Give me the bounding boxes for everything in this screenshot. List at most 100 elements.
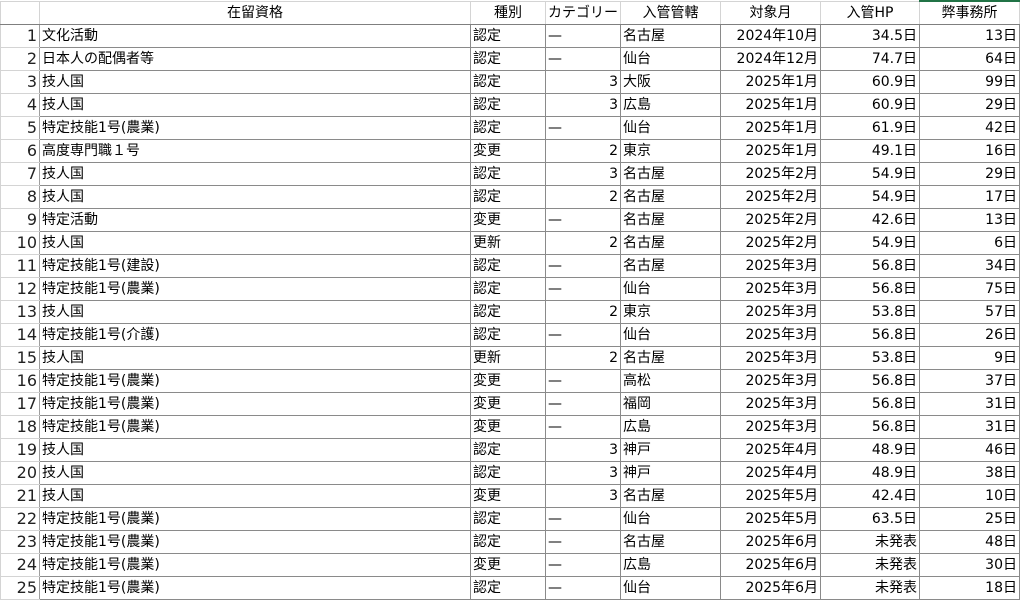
- cell-category[interactable]: —: [545, 208, 621, 232]
- cell-kind[interactable]: 認定: [470, 576, 546, 600]
- cell-kind[interactable]: 変更: [470, 415, 546, 439]
- cell-month[interactable]: 2025年3月: [720, 300, 821, 324]
- row-number[interactable]: 10: [0, 231, 40, 255]
- cell-category[interactable]: —: [545, 415, 621, 439]
- cell-status[interactable]: 技人国: [39, 461, 471, 485]
- cell-kind[interactable]: 認定: [470, 461, 546, 485]
- cell-office[interactable]: 広島: [620, 415, 721, 439]
- cell-office[interactable]: 名古屋: [620, 162, 721, 186]
- cell-status[interactable]: 特定技能1号(農業): [39, 415, 471, 439]
- cell-category[interactable]: —: [545, 47, 621, 71]
- cell-hp[interactable]: 74.7日: [820, 47, 920, 71]
- cell-office[interactable]: 大阪: [620, 70, 721, 94]
- row-number[interactable]: 13: [0, 300, 40, 324]
- cell-hp[interactable]: 60.9日: [820, 93, 920, 117]
- cell-office[interactable]: 広島: [620, 93, 721, 117]
- cell-office[interactable]: 神戸: [620, 461, 721, 485]
- cell-status[interactable]: 高度専門職１号: [39, 139, 471, 163]
- cell-month[interactable]: 2025年6月: [720, 553, 821, 577]
- header-firm[interactable]: 弊事務所: [919, 0, 1020, 25]
- cell-hp[interactable]: 54.9日: [820, 162, 920, 186]
- row-number[interactable]: 5: [0, 116, 40, 140]
- cell-month[interactable]: 2024年10月: [720, 24, 821, 48]
- row-number[interactable]: 16: [0, 369, 40, 393]
- cell-category[interactable]: —: [545, 553, 621, 577]
- cell-kind[interactable]: 認定: [470, 116, 546, 140]
- cell-office[interactable]: 福岡: [620, 392, 721, 416]
- cell-status[interactable]: 特定技能1号(農業): [39, 116, 471, 140]
- cell-hp[interactable]: 未発表: [820, 530, 920, 554]
- row-number[interactable]: 24: [0, 553, 40, 577]
- cell-month[interactable]: 2025年2月: [720, 162, 821, 186]
- cell-month[interactable]: 2025年3月: [720, 323, 821, 347]
- cell-firm[interactable]: 6日: [919, 231, 1020, 255]
- cell-firm[interactable]: 42日: [919, 116, 1020, 140]
- row-number[interactable]: 6: [0, 139, 40, 163]
- header-status[interactable]: 在留資格: [39, 0, 471, 25]
- row-number[interactable]: 21: [0, 484, 40, 508]
- cell-office[interactable]: 神戸: [620, 438, 721, 462]
- row-number[interactable]: 25: [0, 576, 40, 600]
- cell-status[interactable]: 技人国: [39, 300, 471, 324]
- cell-kind[interactable]: 認定: [470, 277, 546, 301]
- cell-firm[interactable]: 16日: [919, 139, 1020, 163]
- cell-month[interactable]: 2025年3月: [720, 254, 821, 278]
- cell-month[interactable]: 2025年2月: [720, 208, 821, 232]
- cell-hp[interactable]: 56.8日: [820, 392, 920, 416]
- cell-firm[interactable]: 34日: [919, 254, 1020, 278]
- cell-hp[interactable]: 53.8日: [820, 300, 920, 324]
- cell-status[interactable]: 技人国: [39, 162, 471, 186]
- cell-hp[interactable]: 48.9日: [820, 438, 920, 462]
- cell-firm[interactable]: 31日: [919, 392, 1020, 416]
- cell-kind[interactable]: 更新: [470, 231, 546, 255]
- row-number[interactable]: 15: [0, 346, 40, 370]
- cell-category[interactable]: —: [545, 576, 621, 600]
- cell-status[interactable]: 特定活動: [39, 208, 471, 232]
- cell-firm[interactable]: 29日: [919, 93, 1020, 117]
- cell-kind[interactable]: 更新: [470, 346, 546, 370]
- row-number[interactable]: 17: [0, 392, 40, 416]
- row-number[interactable]: 2: [0, 47, 40, 71]
- cell-kind[interactable]: 認定: [470, 507, 546, 531]
- cell-office[interactable]: 名古屋: [620, 24, 721, 48]
- cell-firm[interactable]: 10日: [919, 484, 1020, 508]
- cell-firm[interactable]: 26日: [919, 323, 1020, 347]
- cell-kind[interactable]: 認定: [470, 70, 546, 94]
- cell-kind[interactable]: 認定: [470, 162, 546, 186]
- cell-hp[interactable]: 42.6日: [820, 208, 920, 232]
- cell-month[interactable]: 2025年6月: [720, 530, 821, 554]
- cell-month[interactable]: 2025年2月: [720, 231, 821, 255]
- cell-category[interactable]: —: [545, 116, 621, 140]
- cell-month[interactable]: 2025年3月: [720, 277, 821, 301]
- cell-firm[interactable]: 57日: [919, 300, 1020, 324]
- cell-hp[interactable]: 未発表: [820, 553, 920, 577]
- row-number[interactable]: 11: [0, 254, 40, 278]
- cell-firm[interactable]: 13日: [919, 208, 1020, 232]
- cell-hp[interactable]: 42.4日: [820, 484, 920, 508]
- cell-category[interactable]: —: [545, 24, 621, 48]
- cell-month[interactable]: 2025年6月: [720, 576, 821, 600]
- cell-status[interactable]: 技人国: [39, 346, 471, 370]
- cell-kind[interactable]: 変更: [470, 139, 546, 163]
- cell-hp[interactable]: 34.5日: [820, 24, 920, 48]
- cell-firm[interactable]: 37日: [919, 369, 1020, 393]
- cell-status[interactable]: 特定技能1号(農業): [39, 277, 471, 301]
- row-number[interactable]: 14: [0, 323, 40, 347]
- cell-status[interactable]: 特定技能1号(農業): [39, 576, 471, 600]
- header-kind[interactable]: 種別: [470, 0, 546, 25]
- cell-office[interactable]: 名古屋: [620, 208, 721, 232]
- cell-kind[interactable]: 変更: [470, 553, 546, 577]
- cell-status[interactable]: 技人国: [39, 70, 471, 94]
- cell-category[interactable]: 2: [545, 300, 621, 324]
- cell-status[interactable]: 技人国: [39, 93, 471, 117]
- cell-status[interactable]: 技人国: [39, 231, 471, 255]
- row-number[interactable]: 19: [0, 438, 40, 462]
- cell-kind[interactable]: 認定: [470, 323, 546, 347]
- cell-firm[interactable]: 9日: [919, 346, 1020, 370]
- cell-office[interactable]: 名古屋: [620, 185, 721, 209]
- cell-month[interactable]: 2025年1月: [720, 70, 821, 94]
- cell-category[interactable]: —: [545, 277, 621, 301]
- row-number[interactable]: 4: [0, 93, 40, 117]
- cell-status[interactable]: 特定技能1号(農業): [39, 369, 471, 393]
- cell-firm[interactable]: 30日: [919, 553, 1020, 577]
